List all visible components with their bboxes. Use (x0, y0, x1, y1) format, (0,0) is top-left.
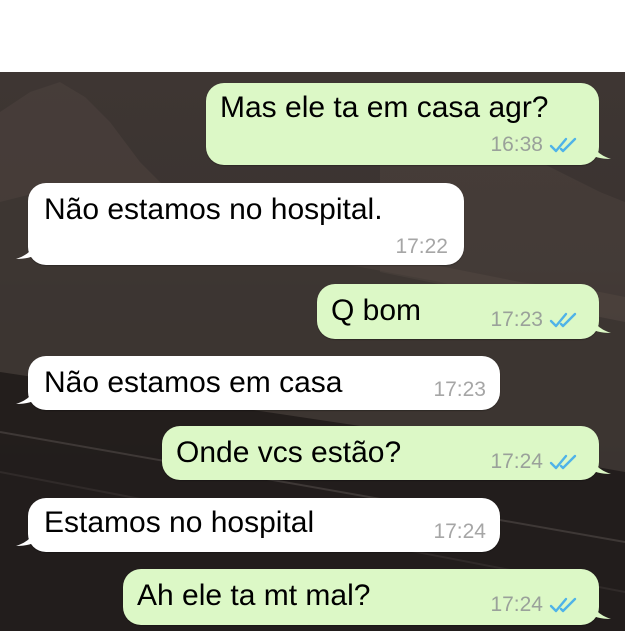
message-bubble-incoming[interactable]: Não estamos em casa 17:23 (16, 356, 500, 410)
message-bubble-outgoing[interactable]: Mas ele ta em casa agr? 16:38 (206, 83, 611, 165)
message-timestamp: 17:24 (433, 520, 486, 543)
bubble-tail (589, 597, 611, 619)
bubble-tail (16, 524, 38, 546)
top-blank-area (0, 0, 625, 72)
message-text: Não estamos no hospital. (44, 193, 383, 226)
message-text: Estamos no hospital (44, 506, 315, 539)
message-timestamp: 17:24 (490, 593, 543, 616)
double-check-read-icon (549, 454, 577, 470)
bubble-tail (589, 137, 611, 159)
message-bubble-incoming[interactable]: Estamos no hospital 17:24 (16, 498, 500, 552)
bubble-tail (589, 311, 611, 333)
message-bubble-outgoing[interactable]: Onde vcs estão? 17:24 (162, 426, 611, 480)
bubble-tail (589, 452, 611, 474)
message-text: Mas ele ta em casa agr? (220, 91, 549, 124)
message-bubble-outgoing[interactable]: Q bom 17:23 (317, 284, 611, 339)
message-timestamp: 17:23 (433, 378, 486, 401)
double-check-read-icon (549, 312, 577, 328)
message-bubble-incoming[interactable]: Não estamos no hospital. 17:22 (16, 183, 464, 265)
message-text: Onde vcs estão? (176, 436, 402, 469)
bubble-tail (16, 237, 38, 259)
bubble-tail (16, 382, 38, 404)
message-text: Ah ele ta mt mal? (137, 579, 371, 612)
double-check-read-icon (549, 137, 577, 153)
message-timestamp: 17:24 (490, 450, 543, 473)
message-timestamp: 17:22 (395, 235, 448, 258)
message-timestamp: 16:38 (490, 133, 543, 156)
double-check-read-icon (549, 597, 577, 613)
message-text: Q bom (331, 294, 422, 327)
message-timestamp: 17:23 (490, 308, 543, 331)
message-text: Não estamos em casa (44, 366, 343, 399)
message-bubble-outgoing[interactable]: Ah ele ta mt mal? 17:24 (123, 569, 611, 625)
